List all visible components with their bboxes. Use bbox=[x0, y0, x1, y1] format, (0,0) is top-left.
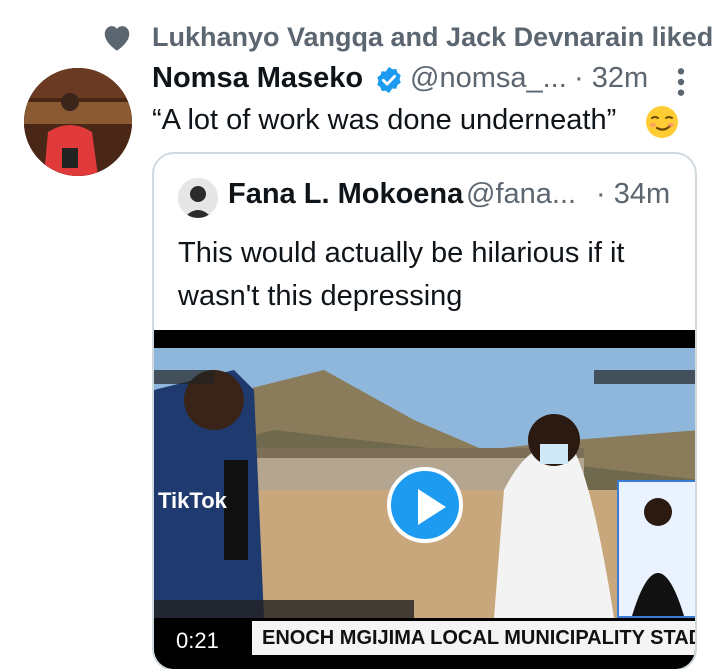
quoted-tweet-text: This would actually be hilarious if it w… bbox=[178, 237, 625, 312]
avatar-image bbox=[24, 68, 132, 176]
social-context-text: Lukhanyo Vangqa and Jack Devnarain liked bbox=[152, 22, 714, 52]
quoted-tweet-card[interactable]: Fana L. Mokoena @fana... · 34m This woul… bbox=[152, 152, 697, 669]
tweet-time[interactable]: · 32m bbox=[574, 62, 648, 95]
quoted-avatar[interactable] bbox=[178, 178, 218, 218]
tiktok-watermark: TikTok bbox=[158, 488, 227, 513]
play-button[interactable] bbox=[387, 467, 463, 543]
author-handle[interactable]: @nomsa_... bbox=[410, 62, 567, 95]
social-context: Lukhanyo Vangqa and Jack Devnarain liked bbox=[0, 18, 720, 58]
heart-icon bbox=[104, 26, 130, 51]
smirking-face-emoji-icon bbox=[646, 106, 678, 138]
tweet-text: “A lot of work was done underneath” bbox=[152, 104, 617, 136]
video-duration: 0:21 bbox=[166, 623, 229, 659]
quoted-author-handle[interactable]: @fana... bbox=[466, 178, 576, 211]
verified-badge-icon bbox=[377, 66, 401, 94]
quoted-author-name[interactable]: Fana L. Mokoena bbox=[228, 178, 463, 211]
video-player[interactable]: TikTok ENOCH MGIJIMA LOCAL MUNICIPALITY … bbox=[154, 330, 695, 669]
news-ticker: ENOCH MGIJIMA LOCAL MUNICIPALITY STADIUM… bbox=[252, 621, 695, 655]
quoted-tweet-time[interactable]: · 34m bbox=[596, 178, 670, 211]
play-icon bbox=[418, 489, 446, 525]
tweet-header: Nomsa Maseko @nomsa_... · 32m bbox=[152, 60, 712, 104]
author-name[interactable]: Nomsa Maseko bbox=[152, 62, 363, 95]
avatar[interactable] bbox=[24, 68, 132, 176]
more-options-icon[interactable] bbox=[672, 66, 690, 98]
quoted-avatar-image bbox=[178, 178, 218, 218]
